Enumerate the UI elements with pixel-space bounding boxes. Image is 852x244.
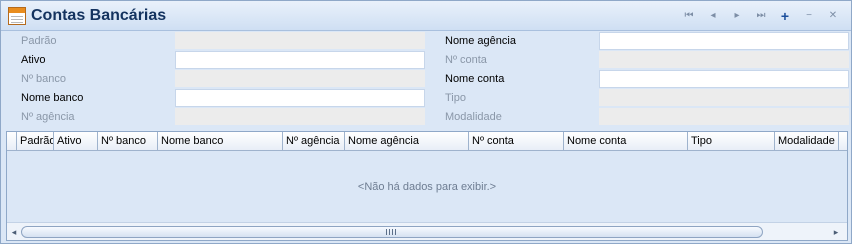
- row-indicator-column: [7, 132, 17, 151]
- column-header[interactable]: Nome conta: [564, 132, 688, 151]
- field-label: Nº agência: [21, 111, 75, 123]
- add-record-icon[interactable]: +: [778, 9, 792, 23]
- horizontal-scrollbar[interactable]: ◂ ▸: [7, 222, 847, 240]
- field-label: Nome banco: [21, 92, 84, 104]
- field-input[interactable]: [599, 108, 849, 126]
- table-icon: [8, 7, 26, 25]
- remove-record-icon[interactable]: −: [802, 9, 816, 23]
- column-header[interactable]: Modalidade: [775, 132, 839, 151]
- field-label: Nome agência: [445, 35, 516, 47]
- title-bar: Contas Bancárias ⏮ ◂ ▸ ⏭ + − ✕: [1, 1, 851, 31]
- column-header[interactable]: Nome banco: [158, 132, 283, 151]
- field-label: Padrão: [21, 35, 57, 47]
- column-header[interactable]: Nº banco: [98, 132, 158, 151]
- last-record-icon[interactable]: ⏭: [754, 9, 768, 23]
- next-record-icon[interactable]: ▸: [730, 9, 744, 23]
- field-label: Nome conta: [445, 73, 505, 85]
- scrollbar-thumb[interactable]: [21, 226, 763, 238]
- scroll-right-icon[interactable]: ▸: [829, 225, 843, 239]
- column-header[interactable]: Tipo: [688, 132, 775, 151]
- column-header[interactable]: Nome agência: [345, 132, 469, 151]
- first-record-icon[interactable]: ⏮: [682, 9, 696, 23]
- field-label: Nº banco: [21, 73, 66, 85]
- field-input[interactable]: [599, 89, 849, 107]
- field-input[interactable]: [599, 32, 849, 50]
- close-icon[interactable]: ✕: [826, 9, 840, 23]
- field-input[interactable]: [175, 89, 425, 107]
- field-input[interactable]: [175, 108, 425, 126]
- field-label: Ativo: [21, 54, 46, 66]
- window-title: Contas Bancárias: [31, 7, 167, 24]
- window: Contas Bancárias ⏮ ◂ ▸ ⏭ + − ✕ Padrão Ati…: [0, 0, 852, 244]
- data-grid: Padrão Ativo Nº banco Nome banco Nº agência N…: [6, 131, 848, 241]
- field-label: Tipo: [445, 92, 466, 104]
- field-input[interactable]: [599, 51, 849, 69]
- column-header[interactable]: Nº conta: [469, 132, 564, 151]
- field-label: Modalidade: [445, 111, 502, 123]
- grip-icon: [386, 229, 396, 235]
- grid-header: Padrão Ativo Nº banco Nome banco Nº agência N…: [7, 132, 847, 151]
- column-header[interactable]: Nº agência: [283, 132, 345, 151]
- field-input[interactable]: [175, 70, 425, 88]
- column-header[interactable]: Ativo: [54, 132, 98, 151]
- field-label: Nº conta: [445, 54, 487, 66]
- field-input[interactable]: [175, 32, 425, 50]
- empty-message: <Não há dados para exibir.>: [357, 181, 497, 193]
- field-input[interactable]: [175, 51, 425, 69]
- field-input[interactable]: [599, 70, 849, 88]
- column-header[interactable]: Padrão: [17, 132, 54, 151]
- previous-record-icon[interactable]: ◂: [706, 9, 720, 23]
- scroll-left-icon[interactable]: ◂: [7, 225, 21, 239]
